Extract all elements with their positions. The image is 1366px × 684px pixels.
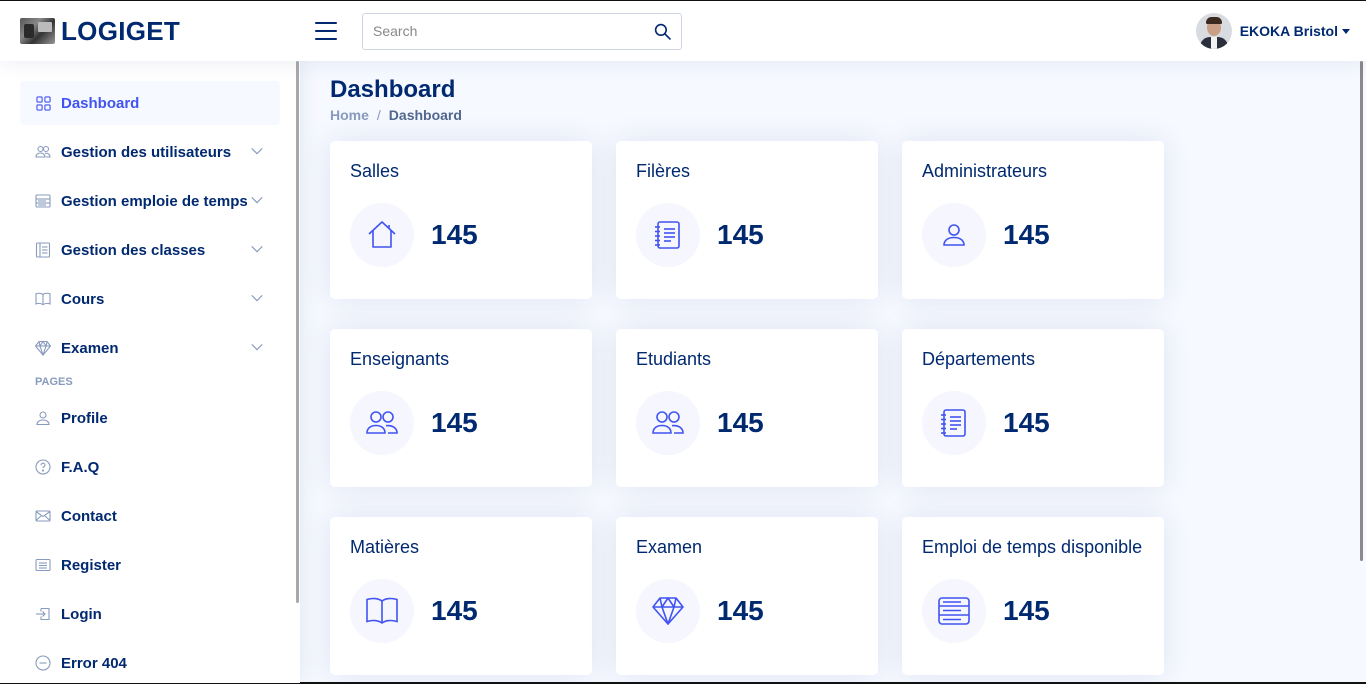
sidebar-item-dashboard[interactable]: Dashboard	[20, 81, 280, 125]
sidebar-item-label: F.A.Q	[61, 458, 100, 476]
box-arrow-in-right-icon	[35, 606, 51, 622]
card-matieres[interactable]: Matières 145	[330, 517, 592, 675]
sidebar-item-gestion-utilisateurs[interactable]: Gestion des utilisateurs	[20, 130, 280, 174]
card-list-icon	[35, 557, 51, 573]
card-title: Matières	[350, 537, 420, 557]
card-title: Filères	[636, 161, 691, 181]
main-content: Dashboard Home / Dashboard Salles 145 Fi…	[330, 61, 1330, 675]
breadcrumb-separator: /	[376, 107, 381, 123]
card-etudiants[interactable]: Etudiants 145	[616, 329, 878, 487]
sidebar-item-label: Cours	[61, 290, 105, 308]
sidebar-item-label: Login	[61, 605, 102, 623]
sidebar-item-profile[interactable]: Profile	[20, 396, 280, 440]
search-input[interactable]	[373, 23, 653, 39]
chevron-down-icon	[250, 193, 264, 212]
card-value: 145	[1003, 219, 1050, 250]
card-emploi-de-temps[interactable]: Emploi de temps disponible 145	[902, 517, 1164, 675]
search-icon[interactable]	[653, 22, 671, 40]
search-bar	[362, 12, 682, 50]
card-value: 145	[717, 407, 764, 438]
card-title: Etudiants	[636, 349, 712, 369]
sidebar-item-label: Error 404	[61, 654, 127, 672]
card-value: 145	[717, 219, 764, 250]
sidebar-item-cours[interactable]: Cours	[20, 277, 280, 321]
dash-circle-icon	[35, 655, 51, 671]
sidebar-item-contact[interactable]: Contact	[20, 494, 280, 538]
card-value: 145	[1003, 407, 1050, 438]
card-salles[interactable]: Salles 145	[330, 141, 592, 299]
sidebar-item-label: Gestion des classes	[61, 241, 206, 259]
sidebar-scrollbar[interactable]	[296, 61, 299, 603]
nav-heading-pages: PAGES	[35, 376, 73, 388]
people-icon	[35, 144, 51, 160]
sidebar: Dashboard Gestion des utilisateurs Gesti…	[0, 61, 300, 683]
logo[interactable]: LOGIGET	[20, 16, 300, 47]
layout-text-icon	[35, 193, 51, 209]
sidebar-item-error-404[interactable]: Error 404	[20, 641, 280, 683]
page-title: Dashboard	[330, 76, 456, 103]
sidebar-item-examen[interactable]: Examen	[20, 326, 280, 370]
sidebar-toggle-icon[interactable]	[315, 22, 337, 40]
person-icon	[35, 410, 51, 426]
caret-down-icon	[1342, 28, 1350, 34]
card-enseignants[interactable]: Enseignants 145	[330, 329, 592, 487]
card-value: 145	[431, 219, 478, 250]
avatar	[1195, 13, 1232, 49]
people-icon	[350, 391, 414, 455]
card-title: Départements	[922, 349, 1036, 369]
logo-text: LOGIGET	[61, 15, 181, 46]
header: LOGIGET EKOKA Bristol	[0, 1, 1366, 61]
person-icon	[922, 203, 986, 267]
chevron-down-icon	[250, 242, 264, 261]
chevron-down-icon	[250, 144, 264, 163]
logo-image	[20, 18, 55, 44]
sidebar-item-faq[interactable]: F.A.Q	[20, 445, 280, 489]
sidebar-item-gestion-emploie[interactable]: Gestion emploie de temps	[20, 179, 280, 223]
card-value: 145	[717, 595, 764, 626]
page-scrollbar[interactable]	[1360, 61, 1363, 561]
breadcrumb-home-link[interactable]: Home	[330, 107, 369, 123]
envelope-icon	[35, 508, 51, 524]
sidebar-item-register[interactable]: Register	[20, 543, 280, 587]
sidebar-item-label: Contact	[61, 507, 117, 525]
question-circle-icon	[35, 459, 51, 475]
breadcrumb-current: Dashboard	[388, 107, 462, 123]
journal-text-icon	[922, 391, 986, 455]
sidebar-item-gestion-classes[interactable]: Gestion des classes	[20, 228, 280, 272]
sidebar-item-label: Profile	[61, 409, 108, 427]
journal-text-icon	[636, 203, 700, 267]
card-title: Administrateurs	[922, 161, 1048, 181]
gem-icon	[35, 340, 51, 356]
house-icon	[350, 203, 414, 267]
card-value: 145	[1003, 595, 1050, 626]
sidebar-item-label: Examen	[61, 339, 119, 357]
card-fileres[interactable]: Filères 145	[616, 141, 878, 299]
card-title: Examen	[636, 537, 703, 557]
profile-dropdown[interactable]: EKOKA Bristol	[1195, 13, 1350, 49]
profile-name: EKOKA Bristol	[1239, 23, 1338, 39]
card-examen[interactable]: Examen 145	[616, 517, 878, 675]
card-administrateurs[interactable]: Administrateurs 145	[902, 141, 1164, 299]
breadcrumb: Home / Dashboard	[330, 107, 1330, 123]
card-value: 145	[431, 407, 478, 438]
sidebar-item-label: Gestion des utilisateurs	[61, 143, 232, 161]
layout-text-icon	[922, 579, 986, 643]
card-title: Salles	[350, 161, 400, 181]
chevron-down-icon	[250, 340, 264, 359]
sidebar-item-label: Dashboard	[61, 94, 140, 112]
card-value: 145	[431, 595, 478, 626]
journal-text-icon	[35, 242, 51, 258]
people-icon	[636, 391, 700, 455]
card-departements[interactable]: Départements 145	[902, 329, 1164, 487]
sidebar-item-login[interactable]: Login	[20, 592, 280, 636]
card-title: Emploi de temps disponible	[922, 537, 1143, 557]
book-icon	[350, 579, 414, 643]
chevron-down-icon	[250, 291, 264, 310]
card-title: Enseignants	[350, 349, 450, 369]
sidebar-item-label: Gestion emploie de temps	[61, 192, 248, 210]
gem-icon	[636, 579, 700, 643]
book-icon	[35, 291, 51, 307]
grid-icon	[35, 95, 51, 111]
sidebar-item-label: Register	[61, 556, 122, 574]
